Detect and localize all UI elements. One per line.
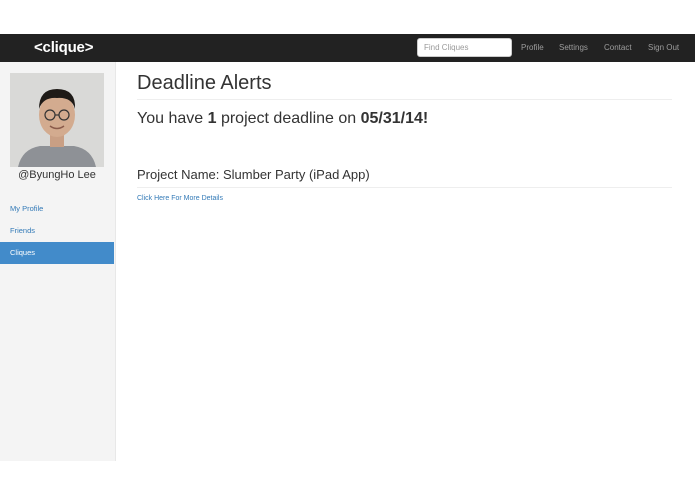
deadline-count: 1 (207, 110, 217, 127)
profile-username: @ByungHo Lee (18, 169, 96, 181)
project-name: Project Name: Slumber Party (iPad App) (137, 167, 370, 182)
project-divider (137, 187, 672, 188)
sidebar-item-friends[interactable]: Friends (0, 220, 114, 242)
more-details-link[interactable]: Click Here For More Details (137, 195, 223, 202)
nav-link-contact[interactable]: Contact (604, 43, 632, 52)
nav-link-sign-out[interactable]: Sign Out (648, 43, 679, 52)
sidebar-item-cliques[interactable]: Cliques (0, 242, 114, 264)
page-title: Deadline Alerts (137, 72, 272, 94)
brand-logo[interactable]: <clique> (34, 39, 93, 56)
nav-link-profile[interactable]: Profile (521, 43, 544, 52)
alert-middle: project deadline on (216, 110, 361, 127)
sidebar: @ByungHo Lee My Profile Friends Cliques (0, 62, 116, 461)
nav-link-settings[interactable]: Settings (559, 43, 588, 52)
find-cliques-search-input[interactable] (417, 38, 512, 57)
top-navbar: <clique> Profile Settings Contact Sign O… (0, 34, 695, 62)
alert-prefix: You have (137, 110, 208, 127)
deadline-alert-message: You have 1 project deadline on 05/31/14! (137, 110, 428, 128)
title-divider (137, 99, 672, 100)
deadline-date: 05/31/14! (360, 110, 429, 127)
avatar-photo (10, 73, 104, 167)
avatar (10, 73, 104, 167)
sidebar-item-my-profile[interactable]: My Profile (0, 198, 114, 220)
